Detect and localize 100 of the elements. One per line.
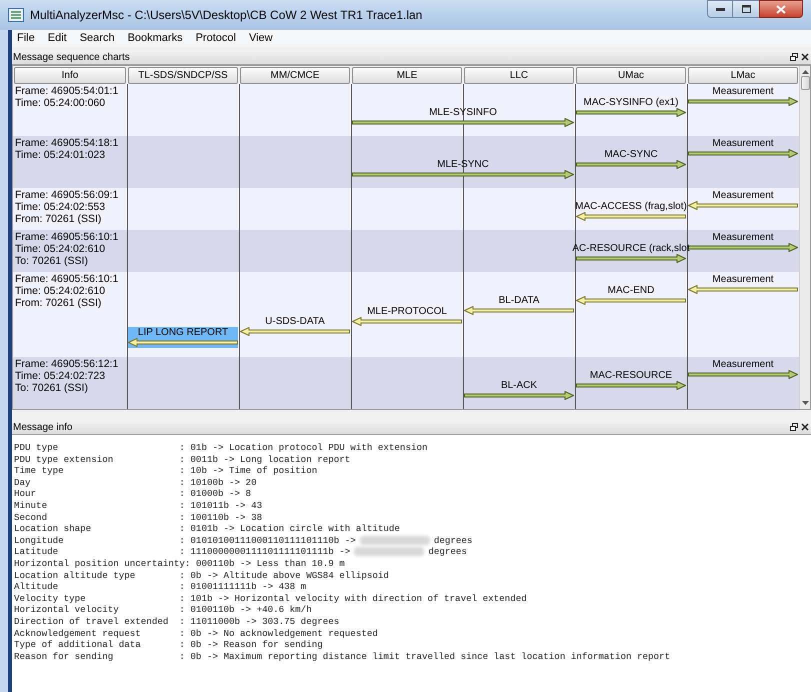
frame-info-text: Time: 05:24:02:723: [15, 370, 106, 382]
column-header[interactable]: MLE: [352, 67, 462, 84]
app-icon: [8, 7, 24, 23]
message-label[interactable]: MLE-PROTOCOL: [367, 306, 447, 317]
frame-info-text: Time: 05:24:02:553: [15, 201, 106, 213]
field-name: Location shape: [14, 523, 92, 535]
frame-info-text: To: 70261 (SSI): [15, 255, 89, 267]
frame-info-text: To: 70261 (SSI): [15, 382, 89, 394]
maximize-icon: [742, 5, 750, 13]
field-value: : 01b -> Location protocol PDU with extension: [179, 442, 428, 454]
message-label[interactable]: Measurement: [712, 232, 774, 243]
scrollbar-thumb[interactable]: [800, 76, 810, 90]
down-arrow-icon[interactable]: [802, 401, 808, 405]
message-label[interactable]: U-SDS-DATA: [265, 316, 325, 328]
minimize-icon: [716, 8, 724, 10]
field-name: Horizontal velocity: [14, 604, 120, 616]
frame-info-text: Time: 05:24:01:023: [15, 149, 106, 161]
message-label[interactable]: BL-DATA: [498, 295, 540, 306]
field-name: PDU type: [14, 442, 60, 454]
menu-item[interactable]: View: [248, 30, 273, 47]
message-label[interactable]: Measurement: [712, 138, 774, 149]
maximize-button[interactable]: [733, 0, 759, 18]
column-header[interactable]: UMac: [576, 67, 686, 84]
field-name: Second: [14, 512, 48, 524]
window-title: MultiAnalyzerMsc - C:\Users\5V\Desktop\CB CoW 2 West TR1 Trace1.lan: [30, 7, 424, 24]
menu-item[interactable]: Protocol: [196, 30, 236, 47]
frame-info-text: Frame: 46905:56:10:1: [15, 231, 120, 243]
message-label[interactable]: Measurement: [712, 359, 774, 370]
field-value: : 0b -> Reason for sending: [179, 639, 323, 651]
field-value: : 10b -> Time of position: [179, 465, 318, 477]
message-label[interactable]: MAC-SYNC: [604, 148, 658, 160]
float-icon[interactable]: [790, 423, 798, 431]
field-value: : 01010100111000110111101110b ->: [179, 534, 356, 546]
message-label[interactable]: Measurement: [712, 190, 774, 201]
field-name: Horizontal position uncertainty: [14, 558, 185, 570]
field-value: : 101b -> Horizontal velocity with direction of travel extended: [179, 592, 527, 604]
menu-item[interactable]: Search: [80, 30, 115, 47]
field-name: Reason for sending: [14, 650, 114, 662]
float-icon[interactable]: [790, 53, 798, 61]
field-name: Location altitude type: [14, 570, 136, 582]
message-label[interactable]: MAC-SYSINFO (ex1): [583, 96, 678, 108]
field-value: : 100110b -> 38: [179, 512, 262, 524]
frame-info-text: Frame: 46905:56:12:1: [15, 358, 120, 370]
field-value: : 000110b -> Less than 10.9 m: [184, 558, 345, 570]
message-label[interactable]: MAC-END: [608, 284, 654, 296]
field-value: : 0b -> Altitude above WGS84 ellipsoid: [179, 570, 389, 582]
frame-info-text: From: 70261 (SSI): [15, 213, 102, 225]
field-name: Latitude: [14, 546, 60, 558]
field-value: : 0b -> No acknowledgement requested: [179, 628, 378, 640]
close-button[interactable]: [759, 0, 803, 18]
field-name: Longitude: [14, 534, 65, 546]
frame-info-text: Time: 05:24:00:060: [15, 97, 106, 109]
frame-info-text: Frame: 46905:54:18:1: [15, 137, 120, 149]
message-label[interactable]: BL-ACK: [500, 380, 538, 392]
field-name: Type of additional data: [14, 639, 142, 651]
frame-info-text: Time: 05:24:02:610: [15, 285, 106, 297]
menu-item[interactable]: Edit: [48, 30, 67, 47]
field-value: : 101011b -> 43: [179, 500, 262, 512]
unit-text: degrees: [428, 546, 467, 558]
column-header[interactable]: LMac: [688, 67, 798, 84]
field-name: PDU type extension: [14, 454, 114, 466]
minimize-button[interactable]: [707, 0, 733, 18]
field-name: Altitude: [14, 581, 60, 593]
message-label[interactable]: MAC-ACCESS (frag,slot): [575, 200, 687, 212]
message-label[interactable]: Measurement: [712, 274, 774, 285]
column-header[interactable]: TL-SDS/SNDCP/SS: [128, 67, 238, 84]
field-value: : 10100b -> 20: [179, 476, 257, 488]
field-name: Hour: [14, 488, 38, 500]
field-value: : 0100110b -> +40.6 km/h: [179, 604, 312, 616]
field-name: Velocity type: [14, 592, 87, 604]
close-icon[interactable]: [801, 423, 809, 431]
field-value: : 0101b -> Location circle with altitude: [179, 523, 400, 535]
field-name: Direction of travel extended: [14, 616, 170, 628]
message-label[interactable]: MAC-RESOURCE: [590, 370, 672, 381]
frame-info-text: Frame: 46905:54:01:1: [15, 85, 120, 97]
frame-info-text: Frame: 46905:56:10:1: [15, 273, 120, 285]
close-icon: [776, 4, 786, 14]
panel-title: Message info: [13, 420, 72, 434]
column-header[interactable]: MM/CMCE: [240, 67, 350, 84]
field-value: : 1110000000111101111101111b ->: [179, 546, 350, 558]
field-value: : 11011000b -> 303.75 degrees: [179, 616, 340, 628]
close-icon[interactable]: [801, 53, 809, 61]
message-label[interactable]: LIP LONG REPORT: [138, 327, 228, 338]
field-value: : 01000b -> 8: [179, 488, 252, 500]
field-name: Time type: [14, 465, 65, 477]
panel-title: Message sequence charts: [13, 50, 130, 64]
column-header[interactable]: LLC: [464, 67, 574, 84]
menu-item[interactable]: File: [17, 30, 35, 47]
message-label[interactable]: Measurement: [712, 86, 774, 97]
up-arrow-icon[interactable]: [802, 70, 808, 74]
scrollbar[interactable]: [799, 66, 810, 409]
menu-item[interactable]: Bookmarks: [128, 30, 183, 47]
field-value: : 0011b -> Long location report: [179, 454, 350, 466]
frame-info-text: Time: 05:24:02:610: [15, 243, 106, 255]
field-value: : 01001111111b -> 438 m: [179, 581, 306, 593]
frame-info-text: Frame: 46905:56:09:1: [15, 189, 120, 201]
column-header[interactable]: Info: [14, 67, 126, 84]
unit-text: degrees: [434, 534, 472, 546]
field-value: : 0b -> Maximum reporting distance limit travelled since last location information report: [179, 650, 670, 662]
field-name: Minute: [14, 500, 48, 512]
